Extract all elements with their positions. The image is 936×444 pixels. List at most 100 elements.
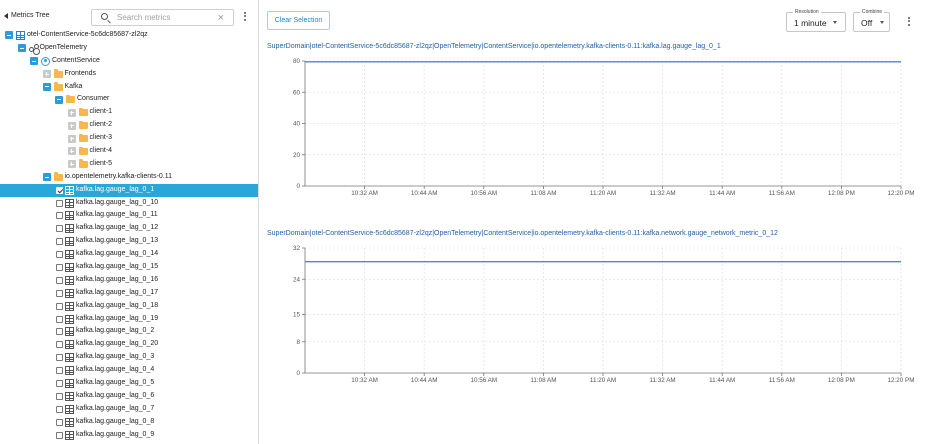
checkbox[interactable] <box>56 328 63 336</box>
y-tick-label: 8 <box>296 339 300 346</box>
checkbox[interactable] <box>56 380 63 388</box>
node-label: Frontends <box>64 69 97 77</box>
checkbox[interactable] <box>56 392 63 400</box>
collapse-icon[interactable] <box>42 82 51 91</box>
metric-label: kafka.lag.gauge_lag_0_7 <box>76 404 155 412</box>
tree-node[interactable]: Frontends <box>0 68 258 81</box>
metric-item[interactable]: kafka.lag.gauge_lag_0_10 <box>0 197 258 210</box>
tree-node[interactable]: client-3 <box>0 132 258 145</box>
checkbox[interactable] <box>56 276 63 284</box>
folder-icon <box>78 133 88 143</box>
chart-2-svg[interactable]: 0 8 15 24 32 10:32 AM 10:44 AM 10:56 AM 11:08 AM… <box>260 230 936 390</box>
resolution-select[interactable]: Resolution 1 minute <box>786 8 846 32</box>
metric-label: kafka.lag.gauge_lag_0_12 <box>76 224 159 232</box>
checkbox[interactable] <box>56 186 63 194</box>
checkbox[interactable] <box>56 341 63 349</box>
expand-icon[interactable] <box>67 121 76 130</box>
metric-grid-icon <box>65 314 74 324</box>
tree-node[interactable]: client-5 <box>0 158 258 171</box>
tree-node[interactable]: Consumer <box>0 93 258 106</box>
more-options-icon[interactable] <box>244 10 246 22</box>
checkbox[interactable] <box>56 302 63 310</box>
metric-item[interactable]: kafka.lag.gauge_lag_0_17 <box>0 287 258 300</box>
metric-item[interactable]: kafka.lag.gauge_lag_0_18 <box>0 300 258 313</box>
tree-node[interactable]: otel-ContentService-5c6dc85687-zl2qz <box>0 29 258 42</box>
tree-node[interactable]: client-2 <box>0 119 258 132</box>
chart-1-svg[interactable]: 0 20 40 60 80 10:32 AM 10:44 AM 10:56 AM 11:08 A… <box>260 43 936 203</box>
checkbox[interactable] <box>56 418 63 426</box>
tree-node[interactable]: client-1 <box>0 106 258 119</box>
metrics-tree-panel: Metrics Tree × otel-ContentService-5c6dc… <box>0 0 259 444</box>
metric-grid-icon <box>65 327 74 337</box>
expand-icon[interactable] <box>42 70 51 79</box>
checkbox[interactable] <box>56 212 63 220</box>
metric-label: kafka.lag.gauge_lag_0_15 <box>76 263 159 271</box>
expand-icon[interactable] <box>67 160 76 169</box>
collapse-icon[interactable] <box>55 95 63 104</box>
checkbox[interactable] <box>56 251 63 259</box>
metric-label: kafka.lag.gauge_lag_0_4 <box>76 366 155 374</box>
metric-item[interactable]: kafka.lag.gauge_lag_0_2 <box>0 325 258 338</box>
metric-grid-icon <box>65 353 74 363</box>
collapse-icon[interactable] <box>5 31 13 40</box>
search-input[interactable] <box>117 12 209 23</box>
y-tick-label: 15 <box>293 311 301 318</box>
collapse-icon[interactable] <box>17 44 26 53</box>
tree-node[interactable]: OpenTelemetry <box>0 42 258 55</box>
checkbox[interactable] <box>56 225 63 233</box>
metric-item[interactable]: kafka.lag.gauge_lag_0_13 <box>0 235 258 248</box>
collapse-icon[interactable] <box>30 57 38 66</box>
tree-node[interactable]: client-4 <box>0 145 258 158</box>
metric-item[interactable]: kafka.lag.gauge_lag_0_16 <box>0 274 258 287</box>
metric-label: kafka.lag.gauge_lag_0_9 <box>76 430 155 438</box>
resolution-value: 1 minute <box>794 18 827 28</box>
node-label: otel-ContentService-5c6dc85687-zl2qz <box>27 31 148 38</box>
metric-grid-icon <box>65 340 74 350</box>
folder-icon <box>78 107 88 117</box>
checkbox[interactable] <box>56 289 63 297</box>
collapse-icon[interactable] <box>42 173 51 182</box>
checkbox[interactable] <box>56 315 63 323</box>
x-tick-label: 11:56 AM <box>769 377 795 384</box>
metric-label: kafka.lag.gauge_lag_0_13 <box>76 237 159 245</box>
expand-icon[interactable] <box>67 134 76 143</box>
expand-icon[interactable] <box>67 147 76 156</box>
metric-item[interactable]: kafka.lag.gauge_lag_0_12 <box>0 222 258 235</box>
clear-search-icon[interactable]: × <box>218 13 224 24</box>
metric-item[interactable]: kafka.lag.gauge_lag_0_15 <box>0 261 258 274</box>
metric-item[interactable]: kafka.lag.gauge_lag_0_3 <box>0 351 258 364</box>
metric-item[interactable]: kafka.lag.gauge_lag_0_8 <box>0 416 258 429</box>
checkbox[interactable] <box>56 405 63 413</box>
more-options-icon[interactable] <box>908 15 912 27</box>
metric-item[interactable]: kafka.lag.gauge_lag_0_6 <box>0 390 258 403</box>
expand-icon[interactable] <box>67 108 76 117</box>
checkbox[interactable] <box>56 431 63 439</box>
tree-node[interactable]: Kafka <box>0 81 258 94</box>
metric-item[interactable]: kafka.lag.gauge_lag_0_11 <box>0 209 258 222</box>
x-tick-label: 11:20 AM <box>590 190 616 197</box>
metric-item[interactable]: kafka.lag.gauge_lag_0_20 <box>0 338 258 351</box>
checkbox[interactable] <box>56 264 63 272</box>
metric-item[interactable]: kafka.lag.gauge_lag_0_14 <box>0 248 258 261</box>
metric-item[interactable]: kafka.lag.gauge_lag_0_9 <box>0 429 258 442</box>
metric-grid-icon <box>65 404 74 414</box>
tree-node[interactable]: ContentService <box>0 55 258 68</box>
metric-grid-icon <box>65 224 74 234</box>
node-label: Consumer <box>77 95 110 103</box>
tree-node[interactable]: io.opentelemetry.kafka-clients-0.11 <box>0 171 258 184</box>
metric-item[interactable]: kafka.lag.gauge_lag_0_19 <box>0 313 258 326</box>
checkbox[interactable] <box>56 199 63 207</box>
metric-item[interactable]: kafka.lag.gauge_lag_0_1 <box>0 183 258 197</box>
metric-item[interactable]: kafka.lag.gauge_lag_0_4 <box>0 364 258 377</box>
checkbox[interactable] <box>56 238 63 246</box>
node-label: ContentService <box>52 56 100 64</box>
collapse-panel-icon[interactable] <box>4 13 8 19</box>
metric-item[interactable]: kafka.lag.gauge_lag_0_7 <box>0 403 258 416</box>
clear-selection-button[interactable]: Clear Selection <box>267 11 330 30</box>
x-tick-label: 10:32 AM <box>351 190 378 197</box>
metric-item[interactable]: kafka.lag.gauge_lag_0_5 <box>0 377 258 390</box>
checkbox[interactable] <box>56 367 63 375</box>
combine-select[interactable]: Combine Off <box>853 8 890 32</box>
resolution-label: Resolution <box>793 8 821 16</box>
checkbox[interactable] <box>56 354 63 362</box>
